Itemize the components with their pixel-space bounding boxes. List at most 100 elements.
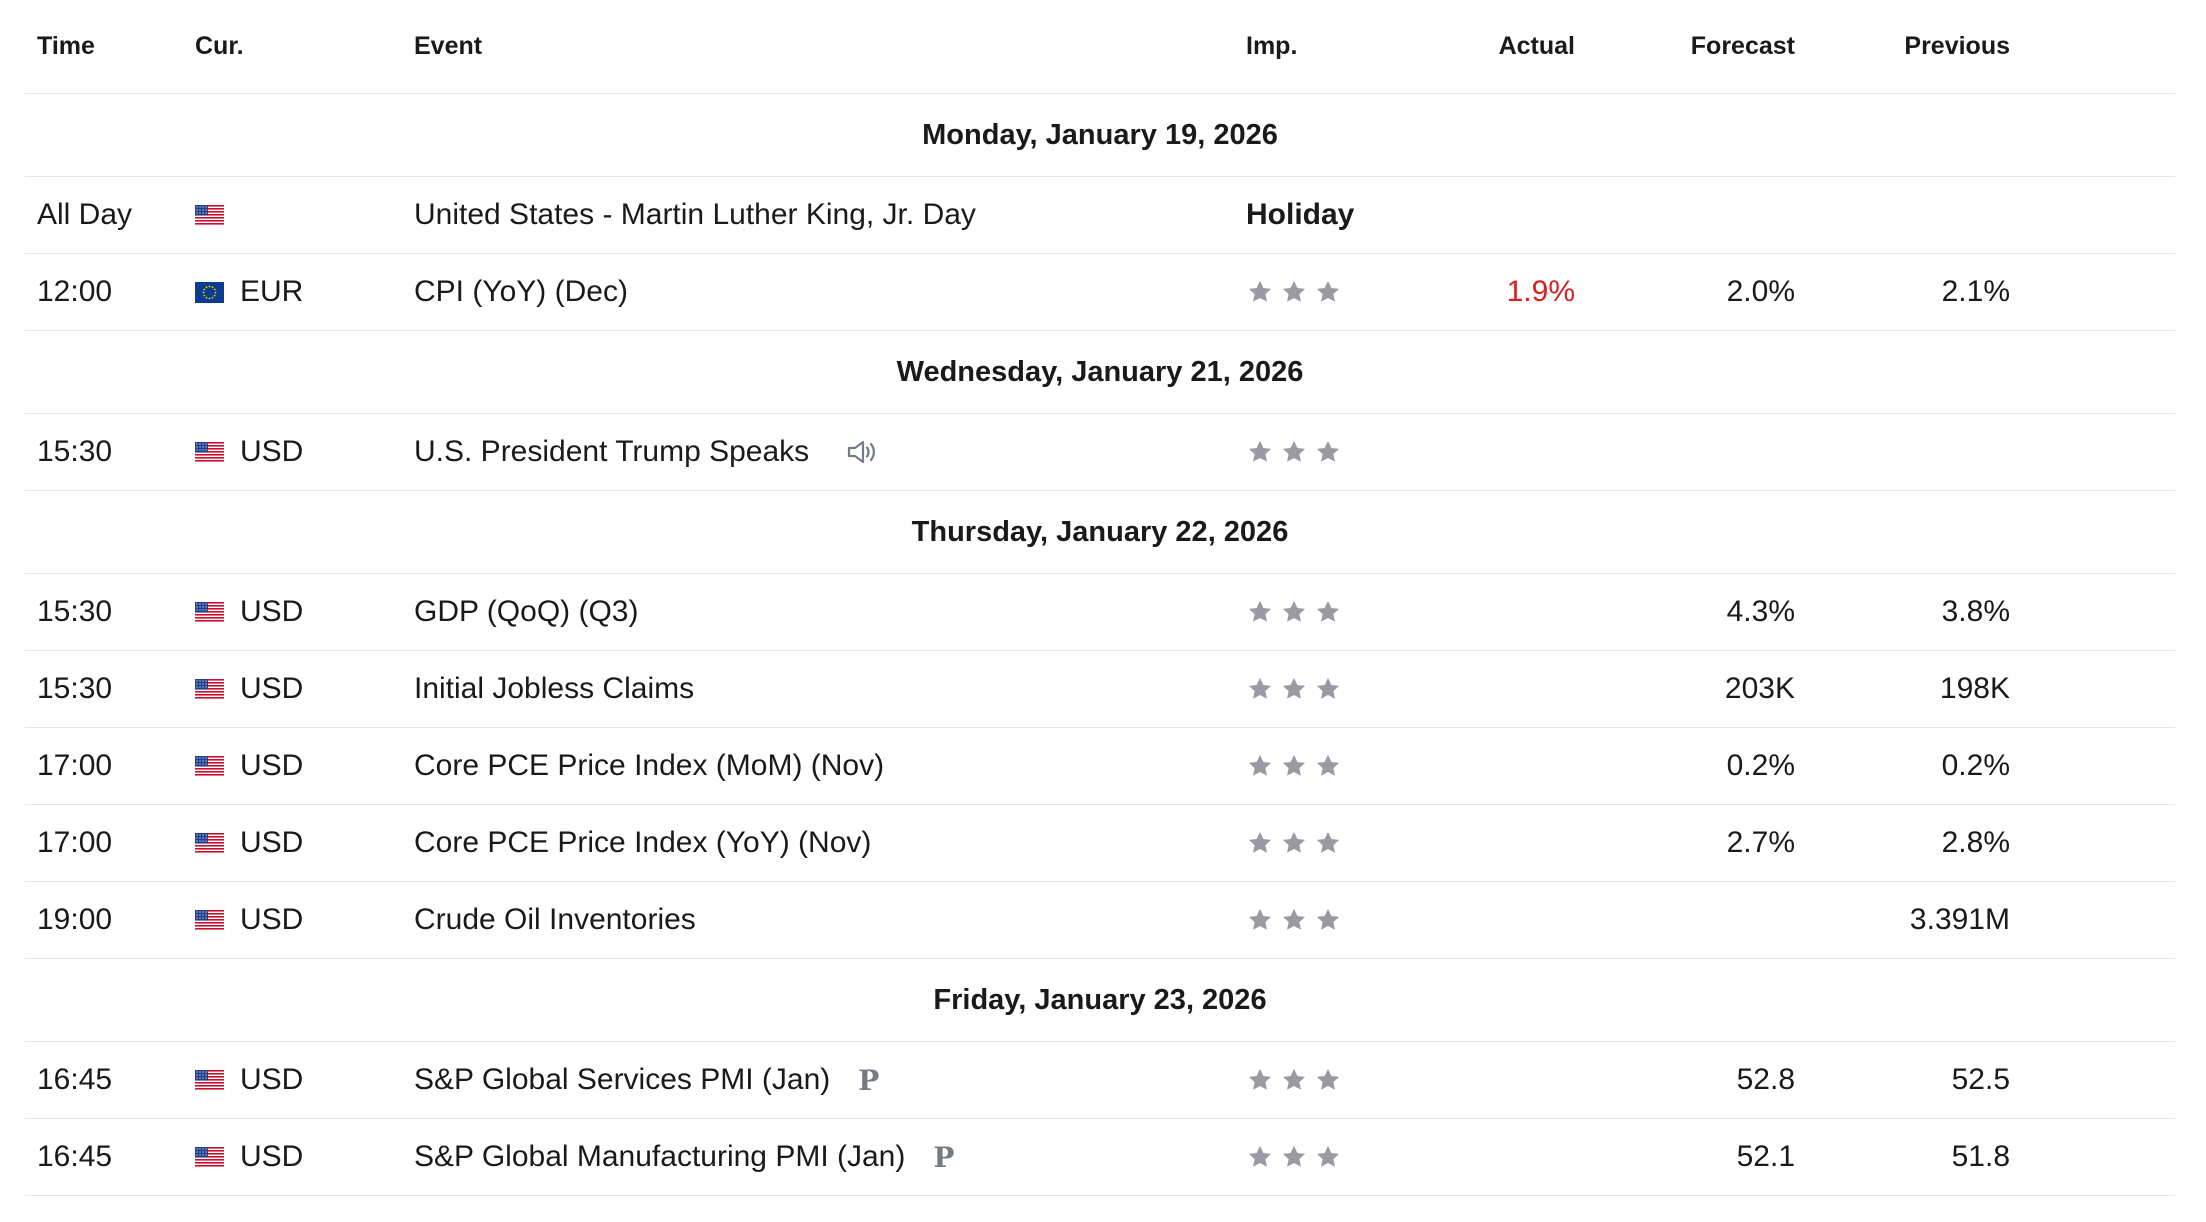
event-name[interactable]: Core PCE Price Index (YoY) (Nov) [414, 826, 871, 860]
date-label: Monday, January 19, 2026 [922, 118, 1278, 151]
star-icon [1314, 675, 1342, 703]
table-header: Time Cur. Event Imp. Actual Forecast Pre… [25, 0, 2175, 94]
event-currency: USD [195, 1042, 303, 1118]
event-importance [1246, 574, 1342, 650]
event-name[interactable]: GDP (QoQ) (Q3) [414, 595, 638, 629]
star-icon [1280, 598, 1308, 626]
star-icon [1280, 906, 1308, 934]
us-flag-icon [195, 1069, 224, 1091]
event-currency: USD [195, 574, 303, 650]
event-previous: 52.5 [1951, 1063, 2010, 1096]
currency-code: USD [240, 435, 304, 468]
event-row[interactable]: All Day United States - Martin Luther Kin… [25, 177, 2175, 254]
event-forecast: 52.1 [1736, 1140, 1795, 1173]
event-name[interactable]: Core PCE Price Index (MoM) (Nov) [414, 749, 884, 783]
event-importance [1246, 414, 1342, 490]
star-icon [1314, 829, 1342, 857]
star-icon [1314, 1066, 1342, 1094]
date-row: Friday, January 23, 2026 [25, 959, 2175, 1042]
event-name-cell[interactable]: U.S. President Trump Speaks [414, 414, 879, 490]
event-name-cell[interactable]: Core PCE Price Index (YoY) (Nov) [414, 805, 871, 881]
importance-stars [1246, 1143, 1342, 1171]
event-name[interactable]: United States - Martin Luther King, Jr. … [414, 198, 976, 232]
event-time: 17:00 [37, 749, 113, 782]
event-row[interactable]: 15:30 USD GDP (QoQ) (Q3) 4.3% 3.8% [25, 574, 2175, 651]
event-name[interactable]: S&P Global Manufacturing PMI (Jan) [414, 1140, 905, 1174]
event-row[interactable]: 16:45 USD S&P Global Manufacturing PMI (Ja… [25, 1119, 2175, 1196]
event-name-cell[interactable]: S&P Global Manufacturing PMI (Jan) P [414, 1119, 954, 1195]
event-previous: 198K [1939, 672, 2010, 705]
header-currency: Cur. [195, 32, 244, 60]
star-icon [1314, 438, 1342, 466]
currency-code: USD [240, 1140, 304, 1173]
event-row[interactable]: 16:45 USD S&P Global Services PMI (Jan) P 52… [25, 1042, 2175, 1119]
eu-flag-icon [195, 281, 224, 303]
currency-code: USD [240, 1063, 304, 1096]
importance-stars [1246, 598, 1342, 626]
event-name-cell[interactable]: Core PCE Price Index (MoM) (Nov) [414, 728, 884, 804]
event-currency: USD [195, 805, 303, 881]
star-icon [1280, 829, 1308, 857]
star-icon [1280, 1143, 1308, 1171]
importance-stars [1246, 278, 1342, 306]
event-previous: 0.2% [1941, 749, 2010, 782]
event-previous: 2.1% [1941, 275, 2010, 308]
event-importance [1246, 805, 1342, 881]
us-flag-icon [195, 601, 224, 623]
event-currency: USD [195, 414, 303, 490]
event-importance: Holiday [1246, 177, 1354, 253]
event-name[interactable]: U.S. President Trump Speaks [414, 435, 809, 469]
event-name[interactable]: S&P Global Services PMI (Jan) [414, 1063, 830, 1097]
star-icon [1246, 1143, 1274, 1171]
event-time: 15:30 [37, 595, 113, 628]
event-name-cell[interactable]: United States - Martin Luther King, Jr. … [414, 177, 976, 253]
date-row: Thursday, January 22, 2026 [25, 491, 2175, 574]
event-name-cell[interactable]: S&P Global Services PMI (Jan) P [414, 1042, 879, 1118]
currency-code: USD [240, 672, 304, 705]
event-forecast: 4.3% [1726, 595, 1795, 628]
event-time: 15:30 [37, 672, 113, 705]
date-label: Friday, January 23, 2026 [933, 983, 1267, 1016]
importance-stars [1246, 829, 1342, 857]
event-name-cell[interactable]: CPI (YoY) (Dec) [414, 254, 628, 330]
star-icon [1314, 906, 1342, 934]
event-row[interactable]: 17:00 USD Core PCE Price Index (MoM) (Nov)… [25, 728, 2175, 805]
currency-code: USD [240, 826, 304, 859]
event-previous: 51.8 [1951, 1140, 2010, 1173]
table-body: Monday, January 19, 2026 All Day United St… [25, 94, 2175, 1196]
speaker-icon[interactable] [845, 435, 879, 469]
event-row[interactable]: 19:00 USD Crude Oil Inventories 3.391M [25, 882, 2175, 959]
event-name[interactable]: Initial Jobless Claims [414, 672, 694, 706]
event-time: 15:30 [37, 435, 113, 468]
date-label: Wednesday, January 21, 2026 [896, 355, 1304, 388]
star-icon [1246, 278, 1274, 306]
star-icon [1280, 278, 1308, 306]
event-row[interactable]: 15:30 USD U.S. President Trump Speaks [25, 414, 2175, 491]
event-name-cell[interactable]: Initial Jobless Claims [414, 651, 694, 727]
event-row[interactable]: 17:00 USD Core PCE Price Index (YoY) (Nov)… [25, 805, 2175, 882]
star-icon [1246, 598, 1274, 626]
event-actual: 1.9% [1506, 275, 1575, 308]
date-row: Wednesday, January 21, 2026 [25, 331, 2175, 414]
event-importance [1246, 651, 1342, 727]
star-icon [1280, 752, 1308, 780]
us-flag-icon [195, 678, 224, 700]
event-currency: USD [195, 728, 303, 804]
star-icon [1246, 829, 1274, 857]
us-flag-icon [195, 441, 224, 463]
event-row[interactable]: 12:00 EUR CPI (YoY) (Dec) 1.9% 2.0% 2.1% [25, 254, 2175, 331]
us-flag-icon [195, 909, 224, 931]
event-name-cell[interactable]: GDP (QoQ) (Q3) [414, 574, 638, 650]
importance-stars [1246, 1066, 1342, 1094]
event-row[interactable]: 15:30 USD Initial Jobless Claims 203K 198K [25, 651, 2175, 728]
star-icon [1314, 598, 1342, 626]
event-currency: USD [195, 651, 303, 727]
event-importance [1246, 728, 1342, 804]
event-name[interactable]: Crude Oil Inventories [414, 903, 696, 937]
event-forecast: 52.8 [1736, 1063, 1795, 1096]
event-currency: USD [195, 882, 303, 958]
currency-code: USD [240, 595, 304, 628]
event-name[interactable]: CPI (YoY) (Dec) [414, 275, 628, 309]
event-importance [1246, 1119, 1342, 1195]
event-name-cell[interactable]: Crude Oil Inventories [414, 882, 696, 958]
